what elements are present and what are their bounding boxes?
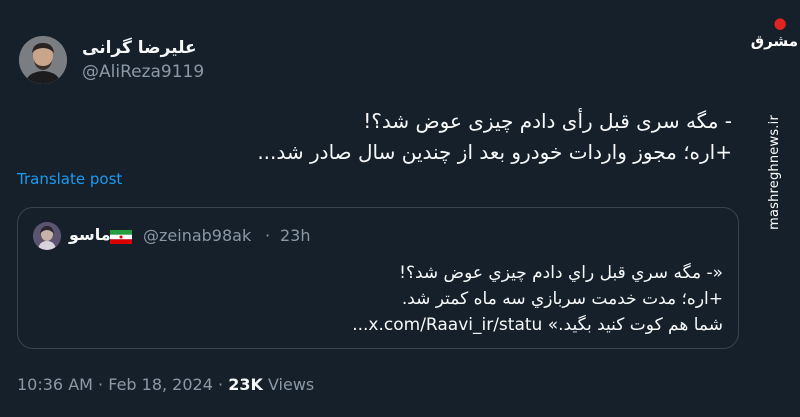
avatar-photo-icon [19, 36, 67, 84]
views-label: Views [267, 375, 315, 394]
quoted-author-avatar[interactable] [33, 222, 61, 250]
avatar-photo-icon [33, 222, 61, 250]
tweet-text: - مگه سری قبل رأی دادم چیزی عوض شد؟! +ار… [32, 106, 732, 168]
translate-post-link[interactable]: Translate post [17, 170, 122, 188]
quoted-author-handle[interactable]: @zeinab98ak [143, 226, 251, 245]
tweet-meta: 10:36 AM · Feb 18, 2024 · 23K Views [17, 375, 314, 394]
watermark-url: mashreghnews.ir [767, 115, 782, 230]
iran-flag-icon [110, 230, 132, 244]
separator-dot: · [98, 375, 104, 394]
quoted-line: «- مگه سري قبل راي دادم چيزي عوض شد؟! [399, 263, 723, 283]
views-count[interactable]: 23K [228, 375, 263, 394]
quoted-tweet-text: «- مگه سري قبل راي دادم چيزي عوض شد؟! +ا… [33, 260, 723, 338]
watermark: ● مشرق mashreghnews.ir [750, 0, 800, 417]
author-handle[interactable]: @AliReza9119 [82, 62, 204, 82]
logo-mark-icon: ● [773, 14, 787, 32]
separator-dot: · [265, 226, 271, 245]
quoted-timestamp[interactable]: 23h [280, 226, 311, 245]
post-time[interactable]: 10:36 AM [17, 375, 93, 394]
quoted-tweet[interactable]: ماسو @zeinab98ak · 23h «- مگه سري قبل را… [17, 207, 739, 349]
mashregh-logo: ● مشرق [750, 14, 798, 50]
author-name[interactable]: علیرضا گرانی [82, 38, 197, 58]
tweet: علیرضا گرانی @AliReza9119 - مگه سری قبل … [0, 0, 760, 417]
tweet-line: - مگه سری قبل رأی دادم چیزی عوض شد؟! [363, 109, 732, 133]
separator-dot: · [218, 375, 224, 394]
quoted-line: +اره؛ مدت خدمت سربازي سه ماه کمتر شد. [401, 289, 723, 309]
post-date[interactable]: Feb 18, 2024 [108, 375, 213, 394]
quoted-author-name[interactable]: ماسو [69, 225, 111, 244]
tweet-line: +اره؛ مجوز واردات خودرو بعد از چندین سال… [257, 140, 732, 164]
logo-text: مشرق [750, 32, 798, 50]
quoted-line: شما هم کوت کنید بگید.» x.com/Raavi_ir/st… [352, 315, 723, 335]
author-avatar[interactable] [19, 36, 67, 84]
